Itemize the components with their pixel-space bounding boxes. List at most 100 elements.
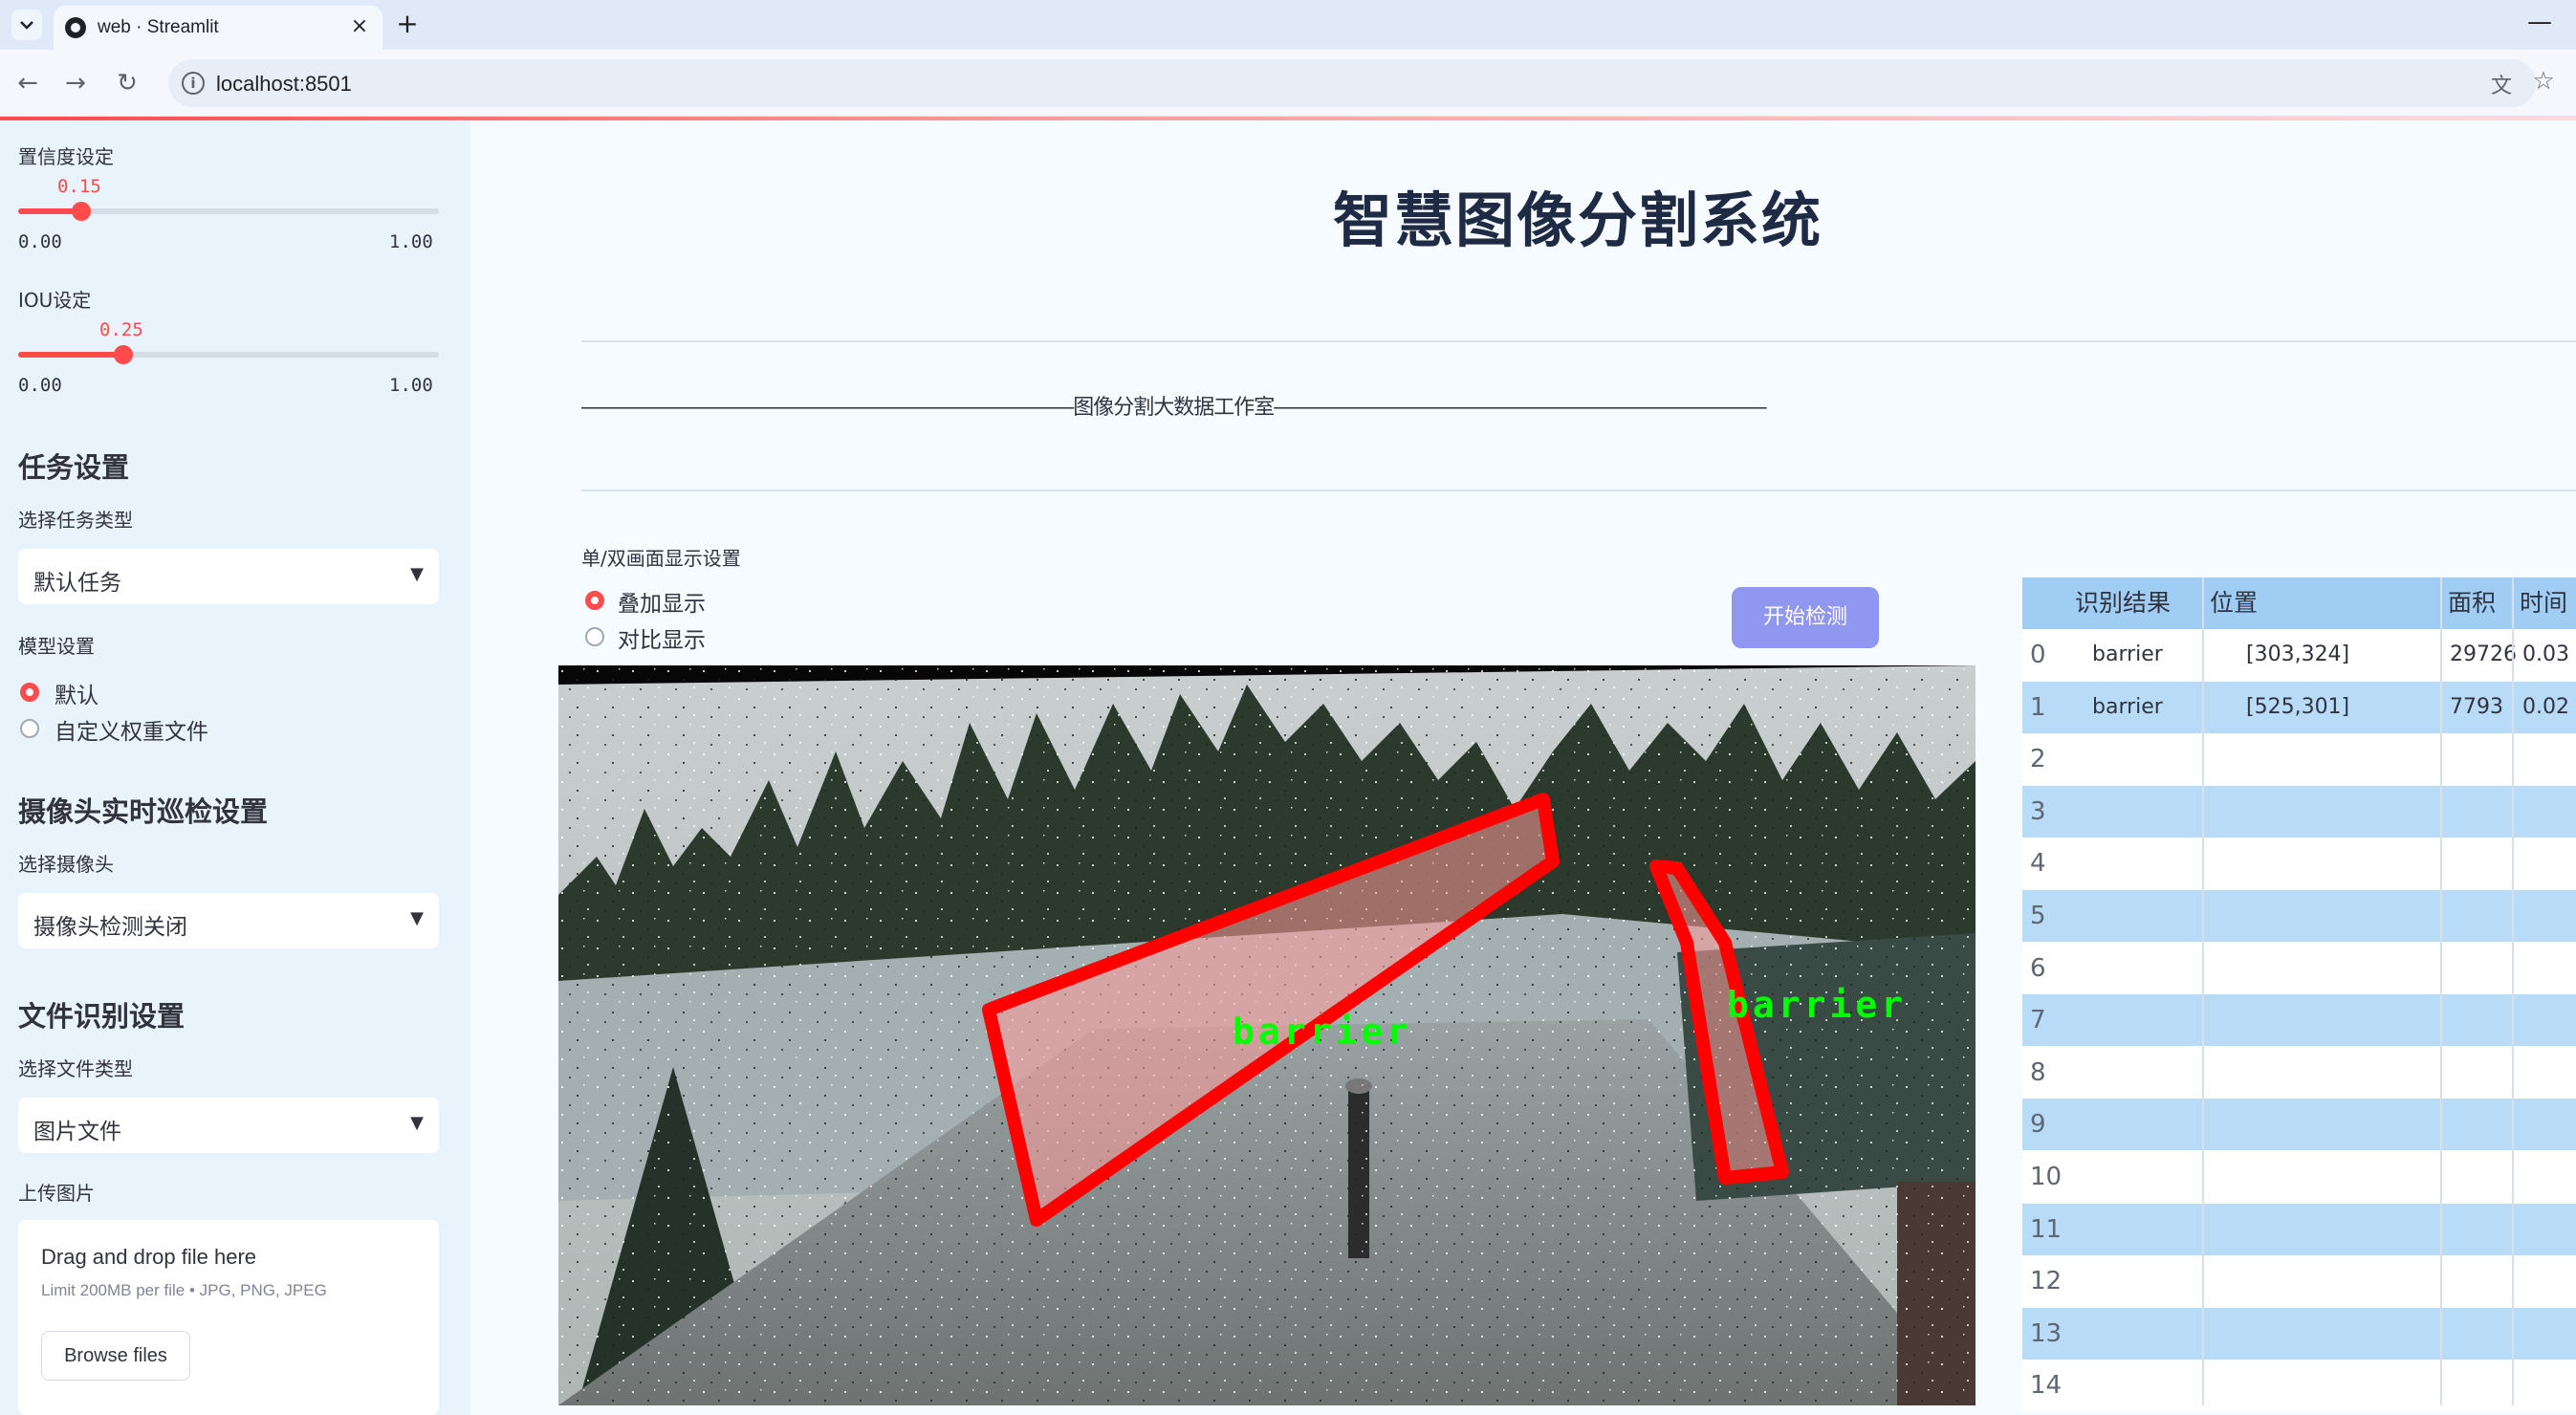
cell-time: 0.02	[2522, 694, 2569, 719]
row-index: 13	[2030, 1318, 2063, 1348]
model-option-custom[interactable]: 自定义权重文件	[55, 713, 208, 746]
iou-min: 0.00	[18, 375, 62, 396]
row-index: 0	[2030, 641, 2046, 669]
row-index: 12	[2030, 1267, 2063, 1296]
iou-max: 1.00	[389, 375, 433, 396]
translate-icon[interactable]: 文	[2488, 69, 2515, 98]
browser-tab-bar: web · Streamlit × + —	[0, 0, 2576, 50]
cell-area: 29726	[2450, 642, 2517, 666]
row-index: 10	[2030, 1163, 2063, 1191]
table-row[interactable]: 8	[2022, 1046, 2576, 1099]
display-option-compare[interactable]: 对比显示	[618, 621, 706, 654]
browser-tab[interactable]: web · Streamlit ×	[54, 6, 382, 50]
row-index: 3	[2030, 796, 2046, 826]
row-index: 4	[2030, 849, 2046, 879]
col-header-result[interactable]: 识别结果	[2075, 577, 2171, 629]
row-index: 9	[2030, 1110, 2046, 1140]
camera-settings-header: 摄像头实时巡检设置	[18, 795, 269, 828]
caret-down-icon: ▼	[410, 1113, 424, 1133]
table-row[interactable]: 2	[2022, 733, 2576, 786]
table-row[interactable]: 4	[2022, 838, 2576, 890]
task-settings-header: 任务设置	[18, 451, 130, 484]
tab-close-icon[interactable]: ×	[346, 13, 373, 40]
row-index: 7	[2030, 1006, 2046, 1035]
file-type-label: 选择文件类型	[18, 1057, 133, 1080]
bookmark-star-icon[interactable]: ☆	[2530, 67, 2557, 96]
caret-down-icon: ▼	[410, 908, 424, 928]
browse-files-button[interactable]: Browse files	[41, 1331, 190, 1381]
divider	[581, 340, 2576, 342]
table-row[interactable]: 3	[2022, 785, 2576, 838]
confidence-slider[interactable]	[18, 202, 439, 221]
table-row[interactable]: 6	[2022, 942, 2576, 994]
file-type-select[interactable]: 图片文件 ▼	[18, 1098, 439, 1153]
back-icon[interactable]: ←	[10, 65, 46, 101]
forward-icon[interactable]: →	[57, 65, 94, 101]
detection-label-1: barrier	[1233, 1011, 1412, 1053]
window-minimize-button[interactable]: —	[2524, 8, 2555, 38]
table-row[interactable]: 10	[2022, 1151, 2576, 1203]
caret-down-icon: ▼	[410, 564, 424, 584]
display-radio-compare[interactable]	[585, 627, 604, 646]
table-row[interactable]: 11	[2022, 1203, 2576, 1255]
dropzone-limit: Limit 200MB per file • JPG, PNG, JPEG	[41, 1281, 327, 1299]
row-index: 11	[2030, 1214, 2063, 1244]
row-index: 8	[2030, 1057, 2046, 1087]
cell-result: barrier	[2092, 694, 2163, 719]
confidence-slider-thumb[interactable]	[72, 202, 91, 221]
column-separator	[2440, 577, 2442, 1405]
display-radio-overlay[interactable]	[585, 591, 604, 610]
col-header-position[interactable]: 位置	[2210, 577, 2258, 629]
chevron-down-icon	[20, 21, 33, 30]
browser-toolbar: ← → ↻ i localhost:8501 文 ☆	[0, 50, 2576, 117]
display-option-overlay[interactable]: 叠加显示	[618, 585, 706, 618]
row-index: 14	[2030, 1371, 2063, 1401]
dropzone-title: Drag and drop file here	[41, 1245, 257, 1269]
camera-select[interactable]: 摄像头检测关闭 ▼	[18, 893, 439, 948]
site-info-icon[interactable]: i	[182, 72, 205, 95]
table-row[interactable]: 13	[2022, 1307, 2576, 1360]
display-mode-label: 单/双画面显示设置	[581, 547, 741, 570]
camera-value: 摄像头检测关闭	[33, 915, 187, 940]
cell-time: 0.03	[2522, 642, 2569, 666]
table-row[interactable]: 9	[2022, 1099, 2576, 1151]
table-row[interactable]: 5	[2022, 890, 2576, 942]
tab-search-dropdown[interactable]	[11, 10, 42, 40]
task-type-select[interactable]: 默认任务 ▼	[18, 549, 439, 604]
confidence-min: 0.00	[18, 231, 62, 252]
iou-slider-thumb[interactable]	[114, 345, 133, 364]
address-bar[interactable]: i localhost:8501 文 ☆	[168, 59, 2555, 107]
detection-label-2: barrier	[1727, 984, 1907, 1026]
row-index: 1	[2030, 692, 2046, 722]
cell-result: barrier	[2092, 642, 2163, 666]
cell-area: 7793	[2450, 694, 2503, 719]
cell-position: [525,301]	[2246, 694, 2350, 719]
start-detection-button[interactable]: 开始检测	[1732, 587, 1879, 648]
page-title: 智慧图像分割系统	[1332, 185, 1823, 255]
divider	[581, 490, 2576, 491]
task-type-label: 选择任务类型	[18, 509, 133, 532]
model-radio-custom[interactable]	[20, 719, 39, 738]
model-settings-label: 模型设置	[18, 635, 95, 658]
table-row[interactable]: 7	[2022, 994, 2576, 1047]
tab-title: web · Streamlit	[98, 17, 219, 37]
col-header-area[interactable]: 面积	[2448, 577, 2496, 629]
row-index: 5	[2030, 902, 2046, 930]
reload-icon[interactable]: ↻	[109, 65, 145, 101]
studio-banner: ————————————————————————————————————————…	[581, 396, 1767, 420]
iou-slider[interactable]	[18, 345, 439, 364]
column-separator	[2512, 577, 2514, 1405]
table-row[interactable]: 14	[2022, 1360, 2576, 1412]
file-uploader-dropzone[interactable]: Drag and drop file here Limit 200MB per …	[18, 1220, 439, 1415]
table-row[interactable]: 12	[2022, 1255, 2576, 1308]
model-option-default[interactable]: 默认	[55, 677, 98, 709]
col-header-time[interactable]: 时间	[2520, 577, 2567, 629]
url-text[interactable]: localhost:8501	[216, 72, 352, 97]
task-type-value: 默认任务	[33, 571, 121, 596]
table-row[interactable]: 0 barrier [303,324] 29726 0.03	[2022, 629, 2576, 681]
iou-value: 0.25	[99, 319, 143, 340]
upload-label: 上传图片	[18, 1182, 95, 1205]
model-radio-default[interactable]	[20, 683, 39, 702]
table-row[interactable]: 1 barrier [525,301] 7793 0.02	[2022, 681, 2576, 733]
new-tab-button[interactable]: +	[392, 10, 423, 40]
